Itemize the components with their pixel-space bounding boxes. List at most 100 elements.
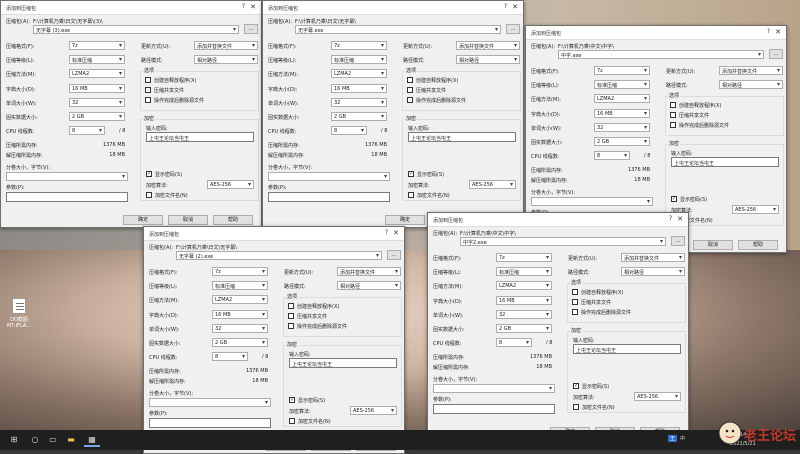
parameters-input[interactable] — [6, 192, 128, 202]
parameters-input[interactable] — [268, 192, 390, 202]
windows-start-icon[interactable]: ⊞ — [6, 433, 22, 447]
format-combo[interactable]: 7z — [496, 253, 552, 262]
compress-shared-checkbox[interactable] — [407, 87, 413, 93]
cpu-threads-combo[interactable]: 8 — [331, 126, 367, 136]
delete-after-checkbox[interactable] — [407, 97, 413, 103]
word-size-combo[interactable]: 32 — [212, 323, 268, 333]
show-password-checkbox[interactable]: ✓ — [408, 171, 414, 177]
create-sfx-checkbox[interactable] — [145, 77, 151, 83]
solid-size-combo[interactable]: 2 GB — [331, 112, 387, 121]
browse-button[interactable]: ... — [506, 24, 520, 34]
split-volume-combo[interactable] — [149, 398, 271, 407]
method-combo[interactable]: LZMA2 — [496, 281, 552, 291]
encrypt-filenames-checkbox[interactable] — [146, 192, 152, 198]
help-button[interactable]: 帮助 — [213, 215, 253, 225]
compress-shared-checkbox[interactable] — [288, 313, 294, 319]
solid-size-combo[interactable]: 2 GB — [496, 324, 552, 333]
language-indicator[interactable]: 中 — [680, 435, 685, 442]
path-mode-combo[interactable]: 相对路径 — [456, 55, 520, 64]
update-mode-combo[interactable]: 添加并替换文件 — [621, 253, 685, 262]
update-mode-combo[interactable]: 添加并替换文件 — [456, 41, 520, 50]
archive-name-combo[interactable]: 无字幕 (2).exe — [176, 251, 382, 260]
archive-name-combo[interactable]: 中字2.exe — [460, 237, 666, 246]
update-mode-combo[interactable]: 添加并替换文件 — [337, 267, 401, 276]
format-combo[interactable]: 7z — [69, 41, 125, 50]
dictionary-size-combo[interactable]: 16 MB — [331, 83, 387, 93]
archive-name-combo[interactable]: 无字幕.exe — [295, 25, 501, 34]
format-combo[interactable]: 7z — [212, 267, 268, 276]
create-sfx-checkbox[interactable] — [670, 102, 676, 108]
close-icon[interactable]: ✕ — [512, 3, 518, 11]
close-icon[interactable]: ✕ — [775, 28, 781, 36]
path-mode-combo[interactable]: 相对路径 — [719, 80, 783, 89]
encryption-method-combo[interactable]: AES-256 — [732, 205, 779, 214]
path-mode-combo[interactable]: 相对路径 — [194, 55, 258, 64]
show-password-checkbox[interactable]: ✓ — [573, 383, 579, 389]
word-size-combo[interactable]: 32 — [594, 122, 650, 132]
create-sfx-checkbox[interactable] — [288, 303, 294, 309]
browse-button[interactable]: ... — [671, 236, 685, 246]
level-combo[interactable]: 标准压缩 — [594, 80, 650, 90]
format-combo[interactable]: 7z — [594, 66, 650, 75]
password-input[interactable]: 上屯王论坛当屯王 — [671, 157, 779, 167]
split-volume-combo[interactable] — [6, 172, 128, 181]
method-combo[interactable]: LZMA2 — [212, 295, 268, 305]
cpu-threads-combo[interactable]: 8 — [496, 338, 532, 348]
dictionary-size-combo[interactable]: 16 MB — [496, 295, 552, 305]
ime-indicator[interactable]: 王 — [668, 435, 678, 442]
split-volume-combo[interactable] — [433, 384, 555, 393]
delete-after-checkbox[interactable] — [145, 97, 151, 103]
encryption-method-combo[interactable]: AES-256 — [207, 180, 254, 189]
dictionary-size-combo[interactable]: 16 MB — [212, 309, 268, 319]
solid-size-combo[interactable]: 2 GB — [212, 338, 268, 347]
cpu-threads-combo[interactable]: 8 — [594, 151, 630, 161]
close-icon[interactable]: ✕ — [677, 215, 683, 223]
cpu-threads-combo[interactable]: 8 — [212, 352, 248, 362]
parameters-input[interactable] — [433, 404, 555, 414]
search-icon[interactable]: ○ — [28, 433, 42, 447]
create-sfx-checkbox[interactable] — [407, 77, 413, 83]
encryption-method-combo[interactable]: AES-256 — [350, 406, 397, 415]
show-password-checkbox[interactable]: ✓ — [289, 397, 295, 403]
help-icon[interactable]: ? — [242, 3, 245, 10]
close-icon[interactable]: ✕ — [250, 3, 256, 11]
solid-size-combo[interactable]: 2 GB — [69, 112, 125, 121]
word-size-combo[interactable]: 32 — [69, 97, 125, 107]
task-view-icon[interactable]: ▭ — [46, 433, 60, 447]
desktop-shortcut[interactable]: OO截图 MT-IFLA... — [4, 298, 34, 329]
encryption-method-combo[interactable]: AES-256 — [469, 180, 516, 189]
ok-button[interactable]: 确定 — [385, 215, 425, 225]
update-mode-combo[interactable]: 添加并替换文件 — [719, 66, 783, 75]
browse-button[interactable]: ... — [244, 24, 258, 34]
solid-size-combo[interactable]: 2 GB — [594, 137, 650, 146]
format-combo[interactable]: 7z — [331, 41, 387, 50]
password-input[interactable]: 上屯王论坛当屯王 — [146, 132, 254, 142]
password-input[interactable]: 上屯王论坛当屯王 — [289, 358, 397, 368]
method-combo[interactable]: LZMA2 — [594, 94, 650, 104]
split-volume-combo[interactable] — [531, 197, 653, 206]
level-combo[interactable]: 标准压缩 — [331, 55, 387, 65]
help-icon[interactable]: ? — [385, 229, 388, 236]
parameters-input[interactable] — [149, 418, 271, 428]
compress-shared-checkbox[interactable] — [145, 87, 151, 93]
delete-after-checkbox[interactable] — [288, 323, 294, 329]
encrypt-filenames-checkbox[interactable] — [289, 418, 295, 424]
encryption-method-combo[interactable]: AES-256 — [634, 392, 681, 401]
level-combo[interactable]: 标准压缩 — [69, 55, 125, 65]
delete-after-checkbox[interactable] — [572, 309, 578, 315]
dictionary-size-combo[interactable]: 16 MB — [69, 83, 125, 93]
cancel-button[interactable]: 取消 — [168, 215, 208, 225]
encrypt-filenames-checkbox[interactable] — [573, 404, 579, 410]
help-icon[interactable]: ? — [669, 215, 672, 222]
cpu-threads-combo[interactable]: 8 — [69, 126, 105, 136]
close-icon[interactable]: ✕ — [393, 229, 399, 237]
word-size-combo[interactable]: 32 — [331, 97, 387, 107]
show-password-checkbox[interactable]: ✓ — [146, 171, 152, 177]
method-combo[interactable]: LZMA2 — [69, 69, 125, 79]
compress-shared-checkbox[interactable] — [572, 299, 578, 305]
help-button[interactable]: 帮助 — [738, 240, 778, 250]
method-combo[interactable]: LZMA2 — [331, 69, 387, 79]
browse-button[interactable]: ... — [769, 49, 783, 59]
create-sfx-checkbox[interactable] — [572, 289, 578, 295]
archive-name-combo[interactable]: 无字幕 (3).exe — [33, 25, 239, 34]
